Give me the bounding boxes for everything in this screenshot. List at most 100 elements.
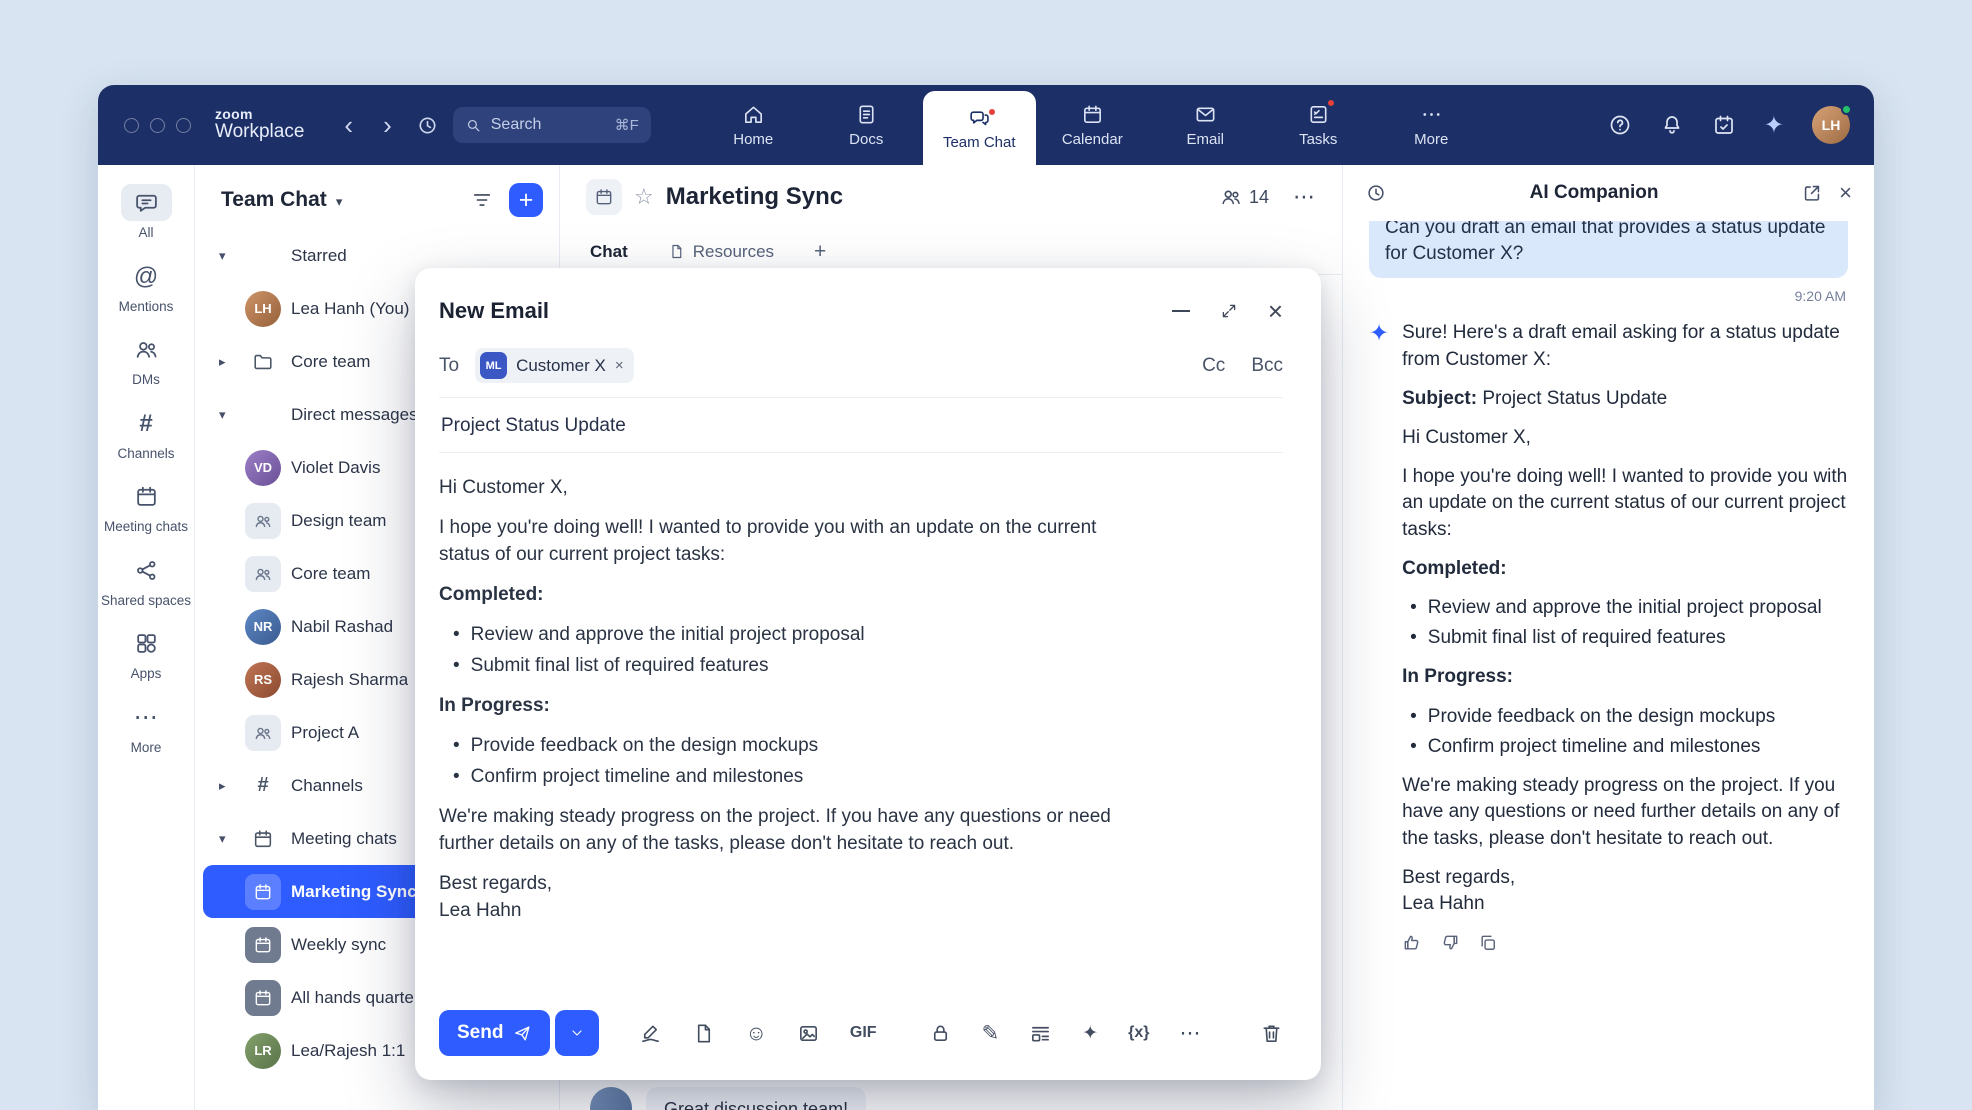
email-completed-heading: Completed: [439,582,1144,609]
thumbs-up-icon[interactable] [1402,933,1422,953]
cc-button[interactable]: Cc [1202,355,1225,377]
zoom-workplace-logo: zoom Workplace [215,107,304,143]
chevron-right-icon[interactable]: ▸ [219,354,226,370]
chevron-down-icon [569,1025,585,1041]
pencil-icon[interactable]: ✎ [982,1023,1000,1044]
rail-more[interactable]: ⋯ More [100,694,192,761]
recipient-chip[interactable]: ML Customer X × [475,348,634,383]
chevron-down-icon[interactable]: ▾ [219,407,226,423]
history-navigation: ‹ › [344,112,391,138]
help-icon[interactable] [1608,113,1632,137]
top-bar: zoom Workplace ‹ › Search ⌘F Home [98,85,1874,165]
emoji-icon[interactable]: ☺ [745,1023,766,1044]
chevron-down-icon[interactable]: ▾ [219,831,226,847]
ai-conversation[interactable]: Can you draft an email that provides a s… [1343,221,1874,1110]
chevron-down-icon[interactable]: ▾ [336,194,343,210]
ai-panel-header: AI Companion × [1343,165,1874,221]
chevron-right-icon[interactable]: ▸ [219,778,226,794]
ellipsis-icon: ⋯ [134,705,159,730]
meeting-chat-icon [253,882,273,902]
ai-compose-icon[interactable]: ✦ [1082,1024,1098,1043]
remove-recipient-icon[interactable]: × [615,357,624,374]
ai-completed-list: •Review and approve the initial project … [1402,595,1848,651]
history-icon[interactable] [416,114,439,137]
variables-icon[interactable]: {x} [1128,1024,1149,1042]
people-icon [134,337,159,362]
nav-docs[interactable]: Docs [810,85,923,165]
send-button[interactable]: Send [439,1010,550,1056]
brand-zoom: zoom [215,107,304,122]
signature-icon[interactable] [639,1022,662,1045]
filter-icon[interactable] [471,189,493,211]
profile-avatar[interactable]: LH [1812,106,1850,144]
email-body-editor[interactable]: Hi Customer X, I hope you're doing well!… [439,453,1144,1000]
avatar: LH [245,291,281,327]
lock-icon[interactable] [929,1022,952,1045]
calendar-icon [1081,103,1104,126]
home-icon [742,103,765,126]
calendar-icon [134,484,159,509]
nav-home[interactable]: Home [697,85,810,165]
search-input[interactable]: Search ⌘F [453,107,651,143]
trash-icon[interactable] [1260,1022,1283,1045]
back-icon[interactable]: ‹ [344,112,353,138]
bcc-button[interactable]: Bcc [1251,355,1283,377]
channel-header: ☆ Marketing Sync 14 ⋯ [560,165,1342,229]
add-tab-icon[interactable]: + [814,240,826,264]
nav-email[interactable]: Email [1149,85,1262,165]
more-options-icon[interactable]: ⋯ [1179,1023,1200,1044]
chevron-down-icon[interactable]: ▾ [219,248,226,264]
brand-workplace: Workplace [215,122,304,143]
ai-reply-outro: We're making steady progress on the proj… [1402,773,1848,852]
history-icon[interactable] [1365,182,1387,204]
close-icon[interactable]: × [1268,298,1283,324]
email-signature: Best regards,Lea Hahn [439,871,1144,925]
nav-calendar[interactable]: Calendar [1036,85,1149,165]
list-item: •Review and approve the initial project … [1410,595,1848,621]
nav-team-chat[interactable]: Team Chat [923,91,1036,165]
message-avatar[interactable] [590,1087,632,1110]
forward-icon[interactable]: › [383,112,392,138]
image-icon[interactable] [797,1022,820,1045]
rail-mentions[interactable]: @ Mentions [100,253,192,320]
calendar-check-icon[interactable] [1712,113,1736,137]
search-icon [465,117,482,134]
open-in-new-icon[interactable] [1801,182,1823,204]
window-zoom-button[interactable] [176,118,191,133]
hash-icon: # [257,774,268,797]
compose-toolbar: Send ☺ GIF ✎ ✦ {x} ⋯ [439,1000,1283,1056]
rail-apps[interactable]: Apps [100,620,192,687]
expand-icon[interactable] [1220,302,1238,320]
nav-tasks[interactable]: Tasks [1262,85,1375,165]
template-icon[interactable] [1029,1022,1052,1045]
meeting-chat-icon [253,988,273,1008]
channel-more-icon[interactable]: ⋯ [1293,184,1316,210]
subject-field[interactable]: Project Status Update [439,398,1283,453]
modal-controls: × [1172,298,1283,324]
list-item: •Review and approve the initial project … [453,622,1144,649]
ai-companion-icon[interactable]: ✦ [1764,111,1784,140]
send-options-button[interactable] [555,1010,599,1056]
copy-icon[interactable] [1478,933,1498,953]
close-icon[interactable]: × [1839,182,1852,204]
thumbs-down-icon[interactable] [1440,933,1460,953]
notifications-icon[interactable] [1660,113,1684,137]
ai-sparkle-icon: ✦ [1369,322,1389,953]
members-count[interactable]: 14 [1220,186,1269,208]
gif-icon[interactable]: GIF [850,1024,877,1042]
window-close-button[interactable] [124,118,139,133]
topbar-left: zoom Workplace ‹ › Search ⌘F [124,85,651,165]
window-minimize-button[interactable] [150,118,165,133]
rail-all[interactable]: All [100,179,192,246]
new-chat-button[interactable]: + [509,183,543,217]
rail-shared-spaces[interactable]: Shared spaces [100,547,192,614]
channel-calendar-icon[interactable] [586,179,622,215]
nav-more[interactable]: More [1375,85,1488,165]
rail-channels[interactable]: # Channels [100,400,192,467]
minimize-icon[interactable] [1172,310,1190,312]
rail-meeting-chats[interactable]: Meeting chats [100,473,192,540]
chat-list-title[interactable]: Team Chat [221,188,327,212]
attach-file-icon[interactable] [692,1022,715,1045]
star-icon[interactable]: ☆ [634,184,654,210]
rail-dms[interactable]: DMs [100,326,192,393]
